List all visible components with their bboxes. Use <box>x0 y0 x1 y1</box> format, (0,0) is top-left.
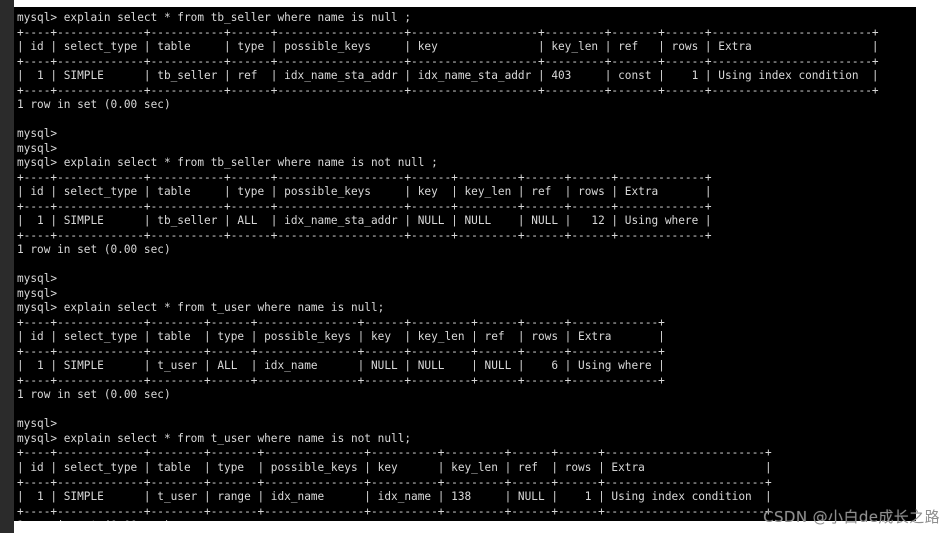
terminal-window[interactable]: mysql> explain select * from tb_seller w… <box>14 7 916 521</box>
terminal-output: mysql> explain select * from tb_seller w… <box>17 11 879 521</box>
window-left-gutter <box>0 0 14 533</box>
screenshot-root: mysql> explain select * from tb_seller w… <box>0 0 951 533</box>
